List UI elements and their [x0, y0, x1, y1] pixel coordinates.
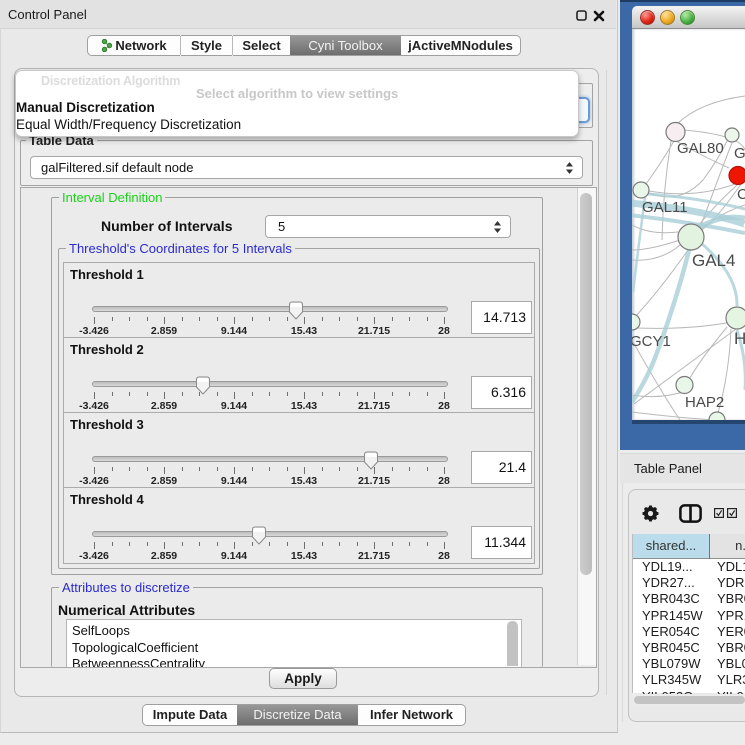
- svg-text:C: C: [737, 186, 745, 203]
- svg-text:GAL4: GAL4: [692, 251, 735, 270]
- svg-text:HAP2: HAP2: [685, 394, 724, 411]
- svg-text:GAL11: GAL11: [642, 199, 688, 216]
- svg-text:GCY1: GCY1: [632, 333, 671, 350]
- svg-text:H: H: [734, 329, 745, 348]
- svg-text:GA: GA: [734, 145, 745, 162]
- svg-text:GAL80: GAL80: [677, 140, 724, 157]
